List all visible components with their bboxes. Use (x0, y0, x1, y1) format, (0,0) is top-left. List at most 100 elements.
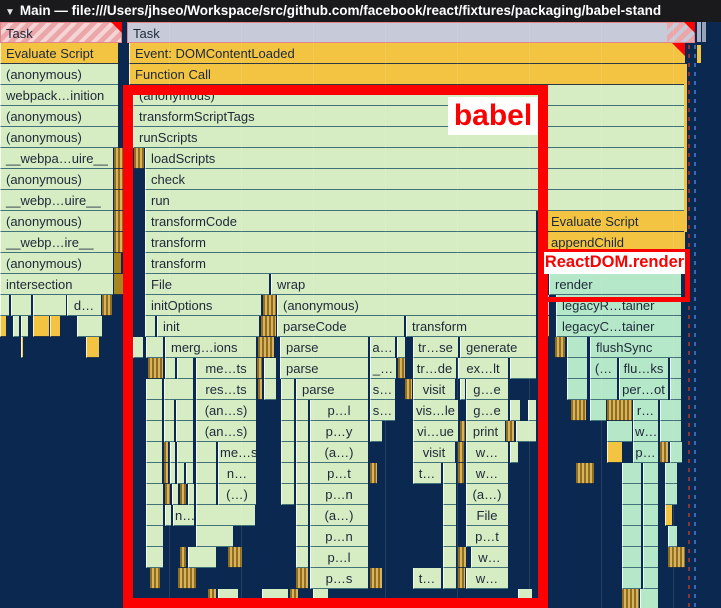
flame-bar[interactable] (50, 316, 60, 337)
flame-bar[interactable] (622, 568, 641, 589)
flame-bar[interactable] (146, 400, 162, 421)
flame-bar[interactable] (33, 316, 49, 337)
flame-bar[interactable] (296, 547, 308, 568)
flame-bar[interactable] (370, 421, 382, 442)
flame-bar[interactable] (21, 316, 28, 337)
flame-bar[interactable] (281, 400, 294, 421)
flame-bar[interactable] (313, 589, 328, 608)
flame-bar[interactable] (0, 295, 9, 316)
flame-bar[interactable]: wrap (271, 274, 536, 295)
flame-bar[interactable] (146, 484, 163, 505)
flame-bar[interactable]: legacyR…tainer (556, 295, 681, 316)
flame-bar[interactable]: transform (145, 232, 536, 253)
flame-bar[interactable] (296, 568, 308, 589)
flame-bar[interactable]: res…ts (196, 379, 256, 400)
flame-bar[interactable] (77, 316, 102, 337)
flame-bar[interactable] (296, 505, 308, 526)
flame-bar[interactable] (622, 505, 641, 526)
flame-bar[interactable] (177, 442, 193, 463)
flame-bar[interactable]: r… (633, 400, 658, 421)
flame-bar[interactable]: appendChild (545, 232, 685, 253)
flame-bar[interactable] (164, 379, 193, 400)
flame-bar[interactable] (670, 442, 682, 463)
flame-bar[interactable] (218, 589, 238, 608)
flame-bar[interactable]: n… (218, 463, 256, 484)
flame-bar[interactable] (176, 421, 193, 442)
flame-bar[interactable] (114, 148, 123, 169)
flame-bar[interactable] (170, 442, 175, 463)
flame-bar[interactable] (545, 295, 549, 316)
flame-bar[interactable] (186, 463, 193, 484)
flame-bar[interactable]: Evaluate Script (0, 43, 118, 64)
flame-bar[interactable]: (a…) (466, 484, 508, 505)
flame-bar[interactable] (296, 400, 308, 421)
flame-bar[interactable]: me…ts (196, 358, 256, 379)
flame-bar[interactable]: p…s (310, 568, 368, 589)
flame-bar[interactable]: print (466, 421, 505, 442)
flame-bar[interactable]: Event: DOMContentLoaded (129, 43, 685, 64)
flame-bar[interactable] (643, 505, 658, 526)
flame-bar[interactable] (576, 463, 594, 484)
flame-bar[interactable] (264, 379, 276, 400)
flame-bar[interactable]: w… (466, 568, 508, 589)
flame-bar[interactable] (102, 295, 112, 316)
flame-bar[interactable] (133, 337, 143, 358)
flame-bar[interactable] (670, 358, 681, 379)
flame-bar[interactable] (296, 484, 308, 505)
flame-bar[interactable] (660, 400, 681, 421)
flame-bar[interactable] (165, 484, 170, 505)
flame-bar[interactable] (643, 463, 658, 484)
flame-bar[interactable]: visit (413, 442, 455, 463)
flame-bar[interactable] (506, 421, 514, 442)
flame-bar[interactable] (13, 316, 19, 337)
flame-bar[interactable] (296, 421, 308, 442)
flame-bar[interactable] (188, 547, 216, 568)
flame-bar[interactable]: n… (173, 505, 194, 526)
flame-bar[interactable] (114, 211, 123, 232)
flame-bar[interactable] (622, 484, 641, 505)
flame-bar[interactable] (296, 526, 308, 547)
flame-bar[interactable]: p…l (310, 400, 368, 421)
flame-bar[interactable] (622, 526, 641, 547)
flame-bar[interactable] (281, 379, 294, 400)
flame-bar[interactable] (178, 568, 196, 589)
flame-bar[interactable] (164, 463, 168, 484)
flame-bar[interactable]: (an…s) (196, 400, 256, 421)
flame-bar[interactable] (443, 463, 456, 484)
flame-bar[interactable] (0, 316, 6, 337)
flame-bar[interactable] (180, 547, 186, 568)
flame-bar[interactable]: Task (0, 22, 122, 43)
flame-bar[interactable]: (… (590, 358, 617, 379)
flame-bar[interactable] (443, 505, 456, 526)
flame-bar[interactable] (458, 463, 464, 484)
flame-bar[interactable]: Evaluate Script (545, 211, 685, 232)
flame-bar[interactable] (196, 484, 216, 505)
flame-bar[interactable]: legacyC…tainer (556, 316, 681, 337)
flame-bar[interactable] (33, 295, 66, 316)
flame-bar[interactable]: Task (127, 22, 695, 43)
flame-bar[interactable]: __webp…uire__ (0, 190, 113, 211)
flame-bar[interactable] (518, 589, 532, 608)
flame-bar[interactable] (460, 379, 465, 400)
flame-bar[interactable]: (anonymous) (0, 211, 113, 232)
flame-bar[interactable]: p…t (310, 463, 368, 484)
flame-bar[interactable] (443, 547, 456, 568)
flame-bar[interactable] (114, 253, 121, 274)
flame-bar[interactable]: webpack…inition (0, 85, 118, 106)
flame-bar[interactable] (146, 505, 163, 526)
flame-bar[interactable] (21, 337, 23, 358)
flame-bar[interactable]: File (145, 274, 269, 295)
flame-bar[interactable] (398, 358, 405, 379)
flame-bar[interactable]: p… (633, 442, 658, 463)
flame-bar[interactable] (458, 547, 466, 568)
flame-bar[interactable] (640, 589, 658, 608)
flame-bar[interactable] (146, 379, 162, 400)
flame-bar[interactable] (643, 526, 658, 547)
flame-bar[interactable] (146, 337, 163, 358)
flame-bar[interactable] (177, 463, 184, 484)
flame-bar[interactable] (643, 484, 658, 505)
flame-bar[interactable]: s… (370, 400, 395, 421)
flame-bar[interactable]: (anonymous) (0, 106, 118, 127)
flame-bar[interactable]: transformScriptTags (133, 106, 685, 127)
flame-bar[interactable] (228, 547, 242, 568)
